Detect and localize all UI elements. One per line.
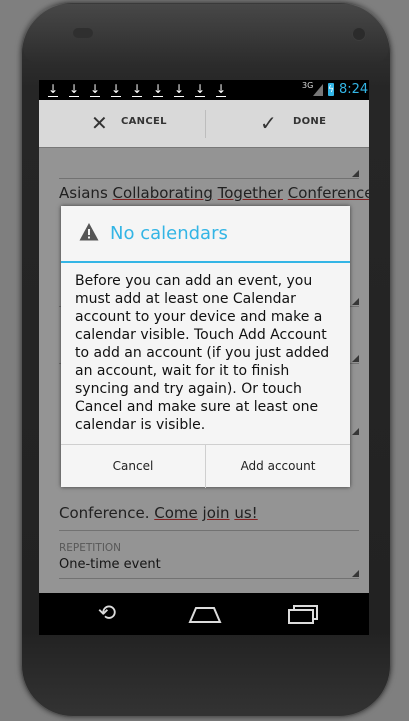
home-icon[interactable]	[175, 599, 235, 629]
download-icon: ↓	[47, 82, 59, 97]
cancel-action-label: CANCEL	[121, 116, 167, 127]
phone-screen: ↓ ↓ ↓ ↓ ↓ ↓ ↓ ↓ ↓ 3G ϟ 8:24 ✕ CANCEL ✓ D…	[39, 80, 369, 635]
warning-icon	[79, 222, 99, 242]
dialog-button-bar: Cancel Add account	[61, 444, 350, 488]
download-icon: ↓	[215, 82, 227, 97]
add-account-button[interactable]: Add account	[206, 445, 350, 488]
checkmark-icon: ✓	[260, 111, 277, 135]
front-camera	[353, 28, 365, 40]
dialog-header: No calendars	[61, 206, 350, 262]
close-icon: ✕	[91, 111, 108, 135]
no-calendars-dialog: No calendars Before you can add an event…	[61, 206, 350, 488]
cancel-action-button[interactable]: ✕ CANCEL	[39, 100, 205, 147]
navigation-bar: ⟲	[39, 593, 369, 635]
download-icon: ↓	[110, 82, 122, 97]
status-clock: 8:24	[339, 82, 369, 97]
cancel-button[interactable]: Cancel	[61, 445, 205, 488]
download-icon: ↓	[131, 82, 143, 97]
dialog-title: No calendars	[110, 223, 228, 244]
done-action-label: DONE	[293, 116, 327, 127]
done-action-button[interactable]: ✓ DONE	[206, 100, 369, 147]
status-bar: ↓ ↓ ↓ ↓ ↓ ↓ ↓ ↓ ↓ 3G ϟ 8:24	[39, 80, 369, 100]
signal-icon	[313, 84, 323, 96]
dialog-title-divider	[61, 261, 350, 263]
battery-icon: ϟ	[328, 83, 334, 96]
phone-speaker	[73, 28, 93, 38]
back-icon[interactable]: ⟲	[77, 599, 137, 629]
download-icon: ↓	[152, 82, 164, 97]
download-icon: ↓	[89, 82, 101, 97]
network-type: 3G	[302, 81, 314, 90]
action-bar: ✕ CANCEL ✓ DONE	[39, 100, 369, 148]
recent-apps-icon[interactable]	[273, 599, 333, 629]
dialog-message: Before you can add an event, you must ad…	[75, 273, 330, 433]
download-icon: ↓	[68, 82, 80, 97]
download-icon: ↓	[194, 82, 206, 97]
download-icon: ↓	[173, 82, 185, 97]
